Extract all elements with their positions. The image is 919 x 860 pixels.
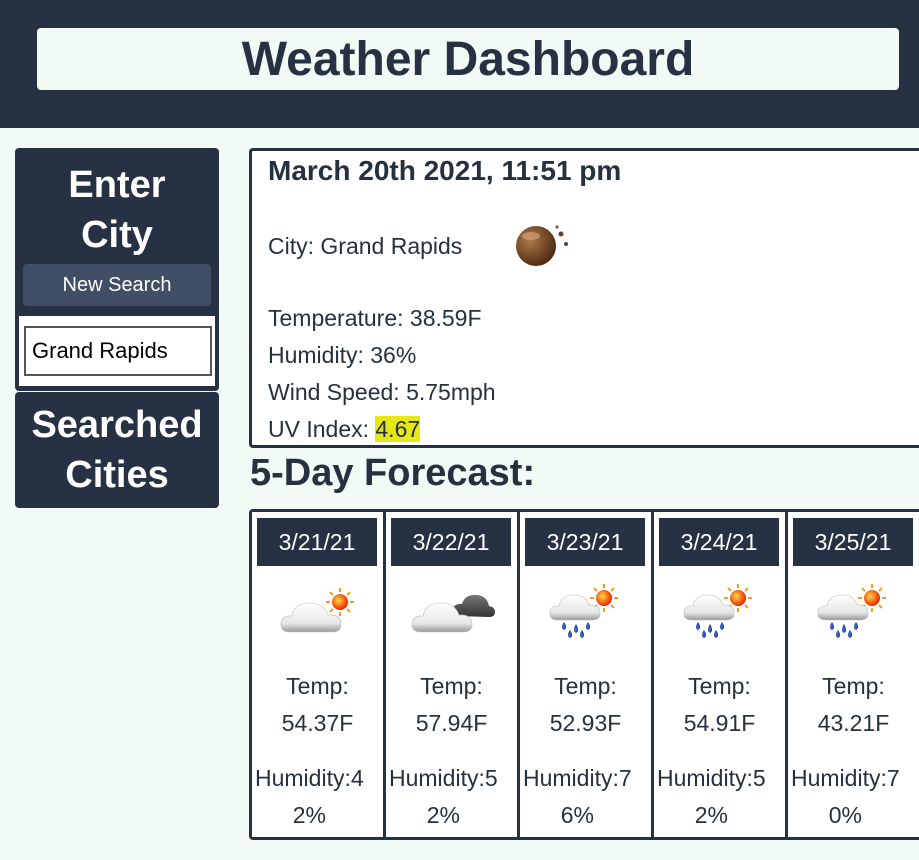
- current-date: March 20th 2021, 11:51 pm: [268, 155, 622, 186]
- searched-cities-heading: Searched Cities: [15, 400, 219, 500]
- forecast-humidity-line1: Humidity:7: [523, 765, 632, 791]
- forecast-day-card: 3/23/21 Temp: 52.93F Humidity:7 6%: [520, 512, 651, 837]
- forecast-humidity-line2: 6%: [560, 802, 594, 828]
- searched-cities-heading-line2: Cities: [65, 454, 169, 496]
- forecast-temp-label: Temp:: [420, 673, 483, 699]
- forecast-temp: 43.21F: [817, 710, 890, 736]
- searched-cities-panel: Searched Cities: [15, 392, 219, 508]
- partly-sunny-icon: [280, 588, 354, 633]
- enter-city-panel: Enter City New Search: [15, 148, 219, 391]
- forecast-day-card: 3/24/21 Temp: 54.91F Humidity:5 2%: [654, 512, 785, 837]
- header-title-box: Weather Dashboard: [37, 28, 899, 90]
- forecast-temp-label: Temp:: [286, 673, 349, 699]
- forecast-icon-wrapper: [520, 582, 651, 642]
- new-search-button[interactable]: New Search: [23, 264, 211, 306]
- forecast-humidity: Humidity:5 2%: [389, 760, 498, 834]
- forecast-humidity: Humidity:4 2%: [255, 760, 364, 834]
- forecast-date: 3/24/21: [659, 518, 779, 566]
- forecast-icon-wrapper: [788, 582, 919, 642]
- forecast-strip: 3/21/21 Temp: 54.37F Humidity:4 2% 3/22/…: [249, 509, 919, 840]
- forecast-date: 3/21/21: [257, 518, 377, 566]
- forecast-day-card: 3/22/21 Temp: 57.94F Humidity:5 2%: [386, 512, 517, 837]
- cloudy-icon: [411, 594, 495, 633]
- forecast-humidity-line2: 0%: [828, 802, 862, 828]
- page-title: Weather Dashboard: [241, 32, 695, 86]
- current-humidity: Humidity: 36%: [268, 342, 417, 368]
- current-wind-speed: Wind Speed: 5.75mph: [268, 379, 496, 405]
- forecast-temp-label: Temp:: [554, 673, 617, 699]
- forecast-humidity: Humidity:7 6%: [523, 760, 632, 834]
- enter-city-heading-line1: Enter: [68, 164, 166, 206]
- forecast-icon-wrapper: [654, 582, 785, 642]
- forecast-humidity: Humidity:7 0%: [791, 760, 900, 834]
- forecast-heading: 5-Day Forecast:: [250, 452, 536, 494]
- forecast-date: 3/22/21: [391, 518, 511, 566]
- current-uv-index: UV Index: 4.67: [268, 416, 421, 443]
- city-search-input[interactable]: [24, 326, 212, 376]
- forecast-day-card: 3/21/21 Temp: 54.37F Humidity:4 2%: [252, 512, 383, 837]
- forecast-date: 3/25/21: [793, 518, 913, 566]
- forecast-temp: 54.37F: [281, 710, 354, 736]
- forecast-humidity-line2: 2%: [426, 802, 460, 828]
- forecast-date: 3/23/21: [525, 518, 645, 566]
- forecast-icon-wrapper: [386, 582, 517, 642]
- forecast-temp: 54.91F: [683, 710, 756, 736]
- enter-city-heading: Enter City: [15, 160, 219, 260]
- forecast-humidity-line1: Humidity:4: [255, 765, 364, 791]
- enter-city-heading-line2: City: [81, 214, 153, 256]
- uv-value-badge: 4.67: [375, 416, 421, 442]
- searched-cities-heading-line1: Searched: [31, 404, 203, 446]
- forecast-humidity: Humidity:5 2%: [657, 760, 766, 834]
- city-input-wrapper: [19, 316, 215, 386]
- rain-sun-icon: [817, 584, 886, 638]
- forecast-day-card: 3/25/21 Temp: 43.21F Humidity:7 0%: [788, 512, 919, 837]
- forecast-humidity-line2: 2%: [694, 802, 728, 828]
- current-temperature: Temperature: 38.59F: [268, 305, 482, 331]
- current-weather-card: March 20th 2021, 11:51 pm City: Grand Ra…: [249, 148, 919, 448]
- rain-sun-icon: [549, 584, 618, 638]
- forecast-humidity-line1: Humidity:5: [657, 765, 766, 791]
- uv-label: UV Index:: [268, 416, 376, 442]
- header-bar: Weather Dashboard: [0, 0, 919, 128]
- rain-sun-icon: [683, 584, 752, 638]
- forecast-icon-wrapper: [252, 582, 383, 642]
- forecast-temp: 52.93F: [549, 710, 622, 736]
- forecast-temp: 57.94F: [415, 710, 488, 736]
- night-moon-icon: [516, 225, 568, 266]
- current-city: City: Grand Rapids: [268, 233, 463, 259]
- forecast-humidity-line1: Humidity:7: [791, 765, 900, 791]
- forecast-humidity-line2: 2%: [292, 802, 326, 828]
- forecast-humidity-line1: Humidity:5: [389, 765, 498, 791]
- forecast-temp-label: Temp:: [822, 673, 885, 699]
- forecast-temp-label: Temp:: [688, 673, 751, 699]
